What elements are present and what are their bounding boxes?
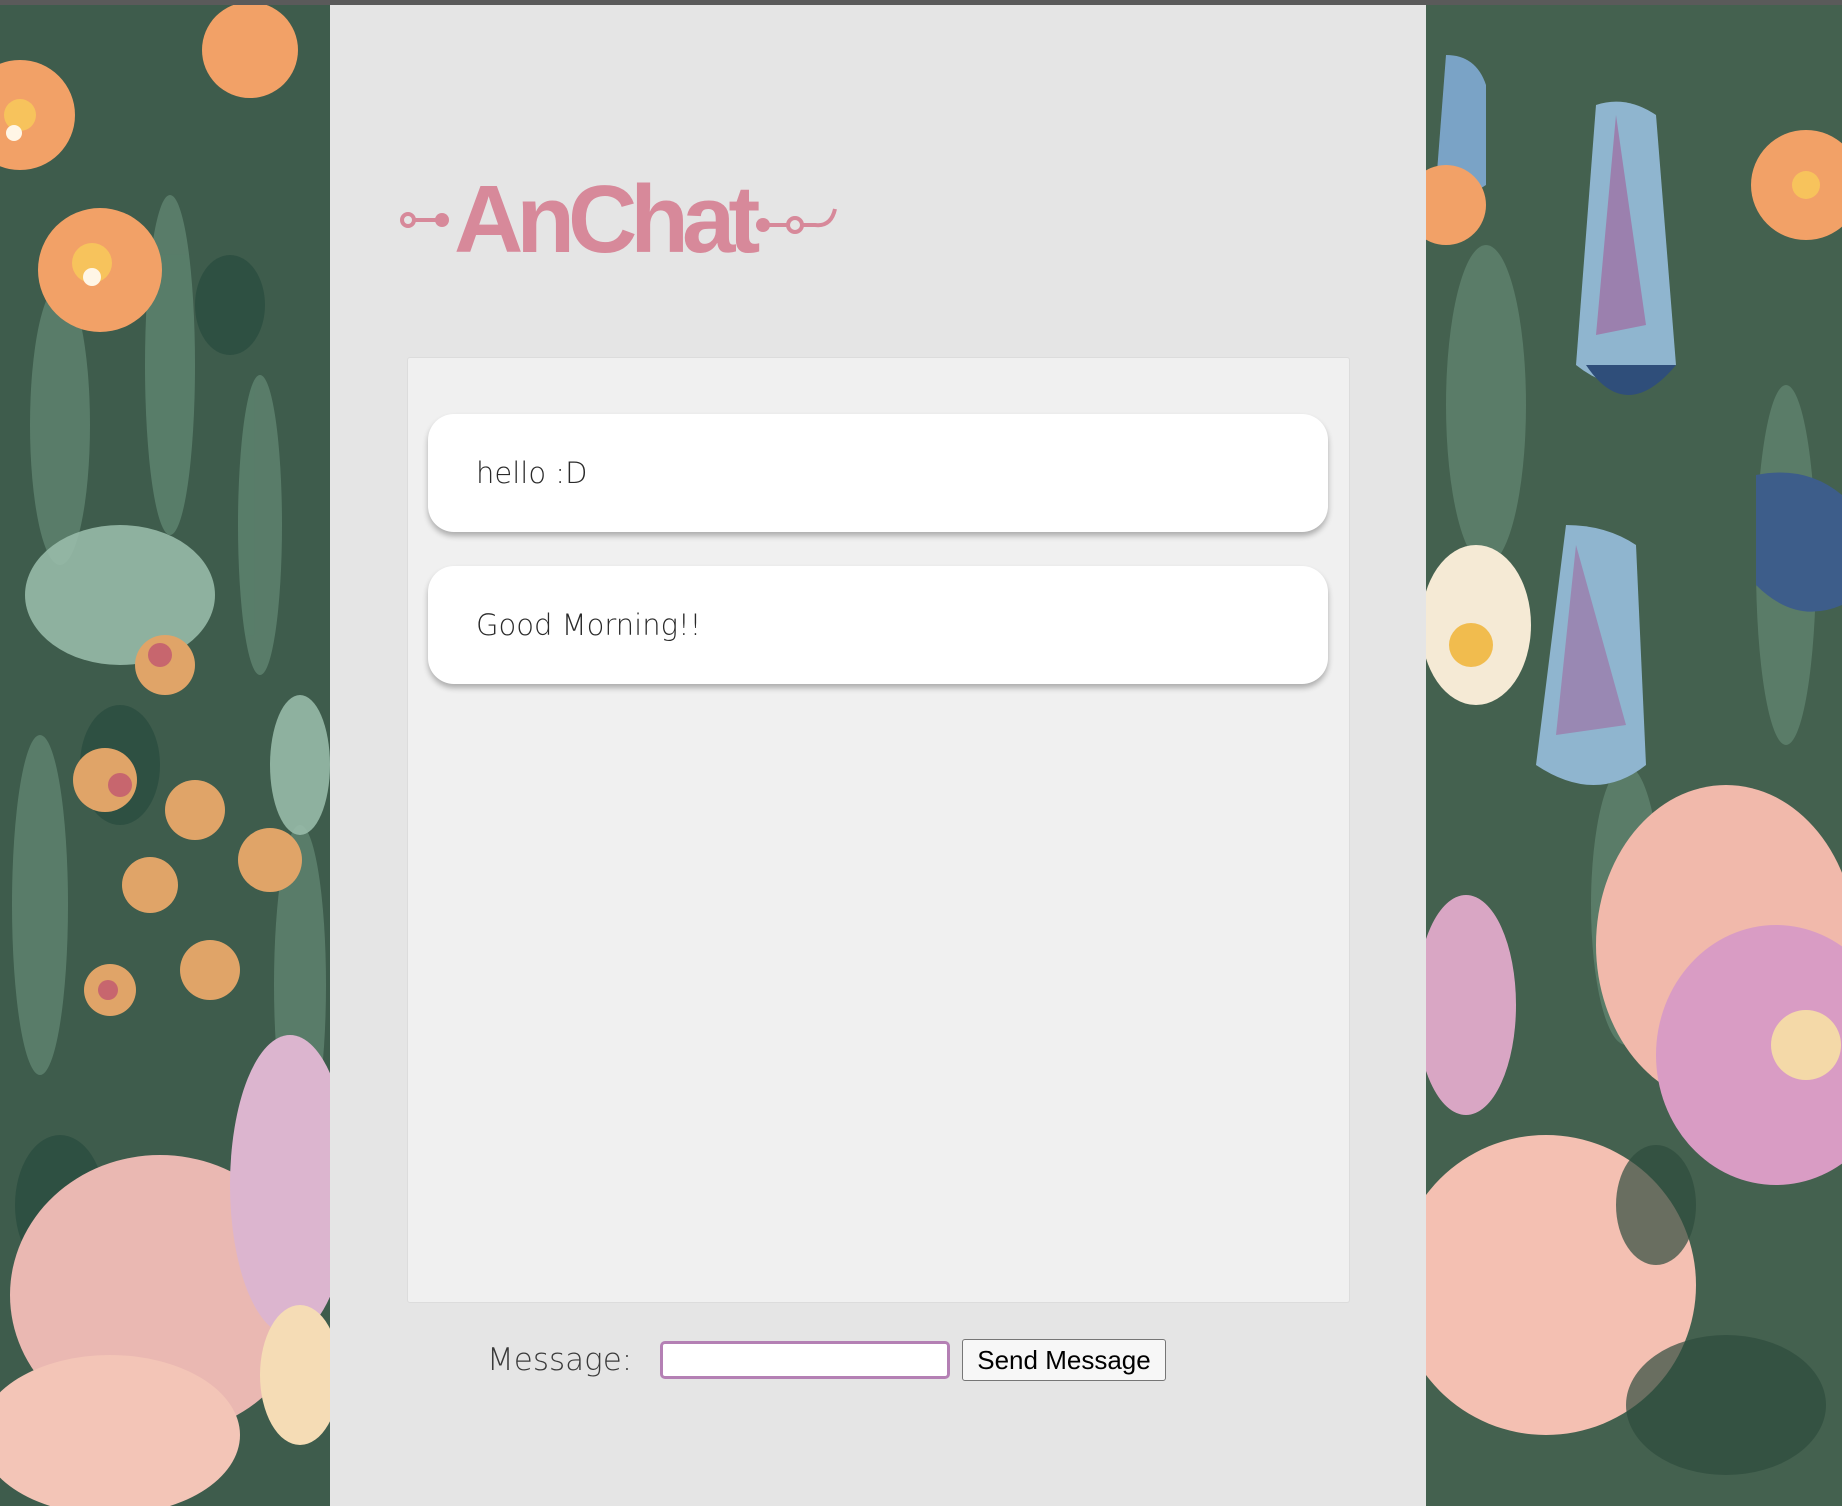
app-title: AnChat [454, 166, 760, 273]
chat-message: Good Morning!! [428, 566, 1328, 684]
message-label: Message: [487, 1342, 633, 1378]
chat-messages-area[interactable]: hello :D Good Morning!! [407, 357, 1350, 1303]
chat-message: hello :D [428, 414, 1328, 532]
main-panel: AnChat hello :D Good Morning!! Message: … [330, 5, 1426, 1506]
message-composer: Message: Send Message [487, 1335, 1166, 1385]
floral-background-right [1426, 5, 1842, 1506]
logo-right-ornament-icon [756, 208, 838, 234]
logo-left-ornament-icon [400, 212, 449, 228]
floral-background-left [0, 5, 330, 1506]
send-message-button[interactable]: Send Message [962, 1339, 1166, 1381]
app-logo: AnChat [400, 165, 841, 275]
message-input[interactable] [660, 1341, 951, 1379]
